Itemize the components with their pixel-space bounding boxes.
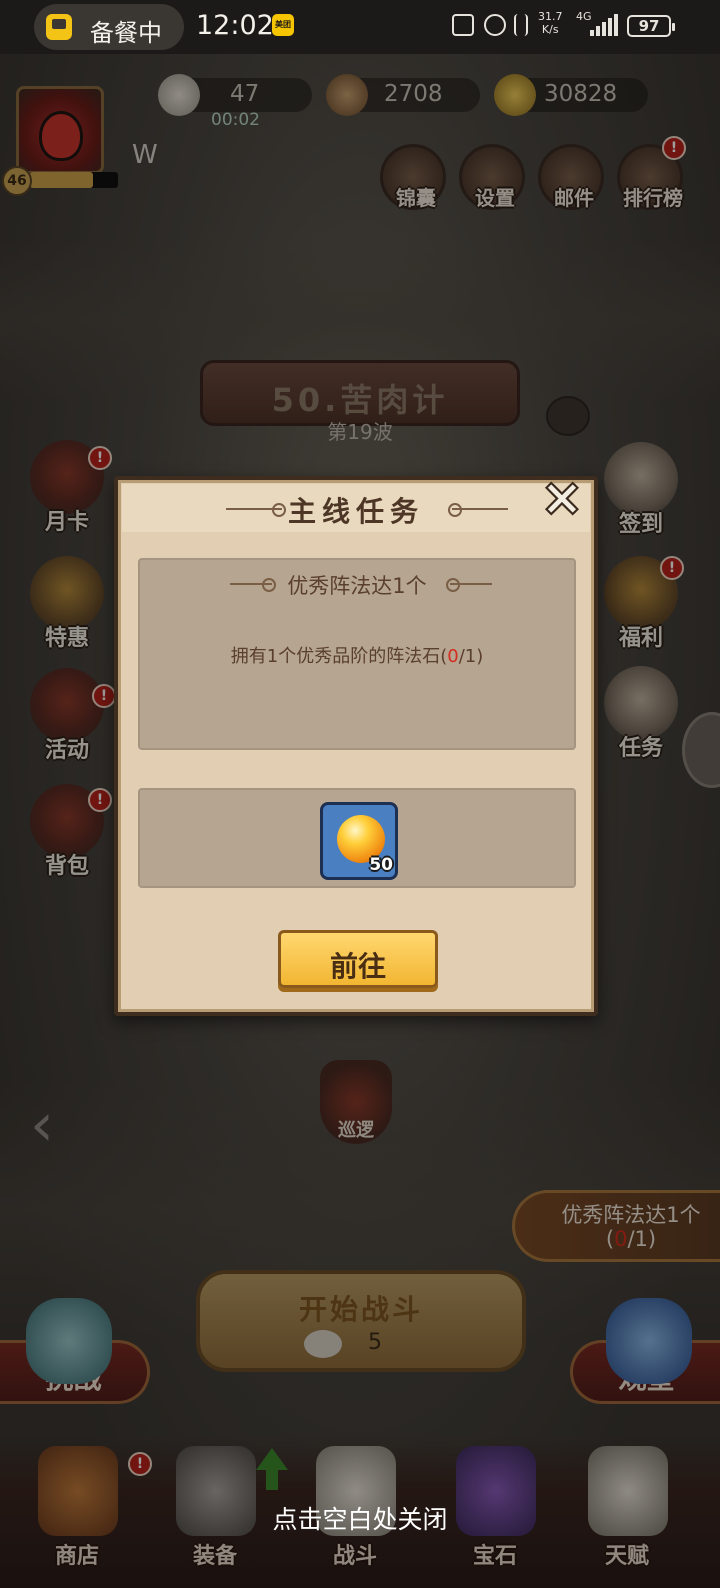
status-bar: 备餐中 12:02 美团 31.7 K/s 4G 97 <box>0 0 720 54</box>
dialog-header: 主线任务 <box>122 484 590 532</box>
task-panel: 优秀阵法达1个 拥有1个优秀品阶的阵法石(0/1) <box>138 558 576 750</box>
ornament-right <box>446 578 492 592</box>
meituan-app-icon: 美团 <box>272 14 294 36</box>
task-title: 优秀阵法达1个 <box>287 574 427 598</box>
main-quest-dialog: 主线任务 优秀阵法达1个 拥有1个优秀品阶的阵法石(0/1) 50 前往 <box>114 476 598 1016</box>
live-activity-pill[interactable]: 备餐中 <box>34 4 184 50</box>
task-description: 拥有1个优秀品阶的阵法石(0/1) <box>230 646 484 667</box>
signal-strength-icon <box>590 14 618 36</box>
task-progress-current: 0 <box>447 646 459 667</box>
reward-item[interactable]: 50 <box>320 802 398 880</box>
close-icon[interactable]: ✕ <box>538 476 586 526</box>
battery-indicator: 97 <box>627 15 675 37</box>
clock: 12:02 <box>196 10 274 41</box>
go-button[interactable]: 前往 <box>278 930 438 988</box>
close-hint: 点击空白处关闭 <box>272 1505 448 1534</box>
dialog-title: 主线任务 <box>287 495 424 528</box>
live-activity-text: 备餐中 <box>90 19 162 47</box>
food-order-icon <box>46 14 72 40</box>
reward-count: 50 <box>369 855 393 875</box>
ornament-right <box>448 503 508 517</box>
reward-panel: 50 <box>138 788 576 888</box>
go-button-label: 前往 <box>329 950 386 983</box>
network-speed: 31.7 K/s <box>538 10 563 36</box>
alarm-icon <box>484 14 506 36</box>
system-icons: 31.7 K/s 4G 97 <box>452 10 702 44</box>
bluetooth-icon <box>514 14 528 36</box>
nfc-icon <box>452 14 474 36</box>
